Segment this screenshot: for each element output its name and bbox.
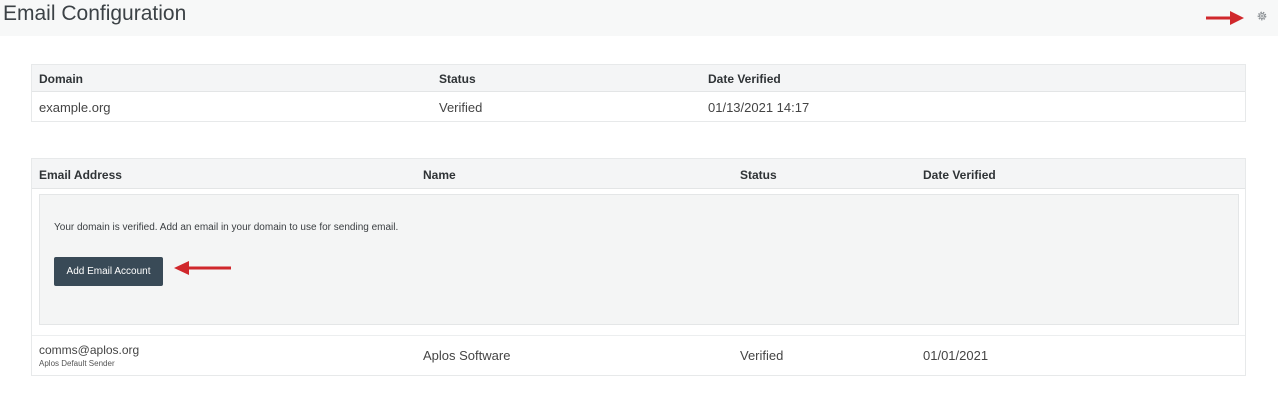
domain-table: Domain Status Date Verified example.org …	[31, 64, 1246, 122]
domain-table-header: Domain Status Date Verified	[32, 65, 1245, 92]
name-cell: Aplos Software	[423, 348, 511, 363]
date-verified-cell: 01/13/2021 14:17	[708, 100, 810, 115]
column-header-email-address: Email Address	[39, 168, 122, 182]
add-email-account-button[interactable]: Add Email Account	[54, 257, 163, 286]
page-title: Email Configuration	[3, 2, 187, 25]
column-header-name: Name	[423, 168, 456, 182]
column-header-domain: Domain	[39, 72, 84, 86]
page-header: Email Configuration	[0, 0, 1278, 36]
domain-cell: example.org	[39, 100, 111, 115]
date-verified-cell: 01/01/2021	[923, 348, 989, 363]
column-header-status: Status	[740, 168, 777, 182]
email-table-header: Email Address Name Status Date Verified	[32, 159, 1245, 189]
table-row[interactable]: comms@aplos.org Aplos Default Sender Apl…	[32, 335, 1245, 376]
column-header-date-verified: Date Verified	[708, 72, 781, 86]
table-row[interactable]: example.org Verified 01/13/2021 14:17	[32, 92, 1245, 122]
gear-icon[interactable]	[1256, 10, 1268, 22]
domain-verified-notice: Your domain is verified. Add an email in…	[39, 194, 1239, 325]
column-header-status: Status	[439, 72, 476, 86]
column-header-date-verified: Date Verified	[923, 168, 996, 182]
email-sublabel: Aplos Default Sender	[39, 359, 115, 368]
email-cell: comms@aplos.org	[39, 343, 140, 357]
notice-text: Your domain is verified. Add an email in…	[54, 222, 399, 233]
status-cell: Verified	[740, 348, 784, 363]
status-cell: Verified	[439, 100, 483, 115]
red-arrow-annotation	[1206, 11, 1244, 25]
red-arrow-annotation	[174, 261, 231, 275]
